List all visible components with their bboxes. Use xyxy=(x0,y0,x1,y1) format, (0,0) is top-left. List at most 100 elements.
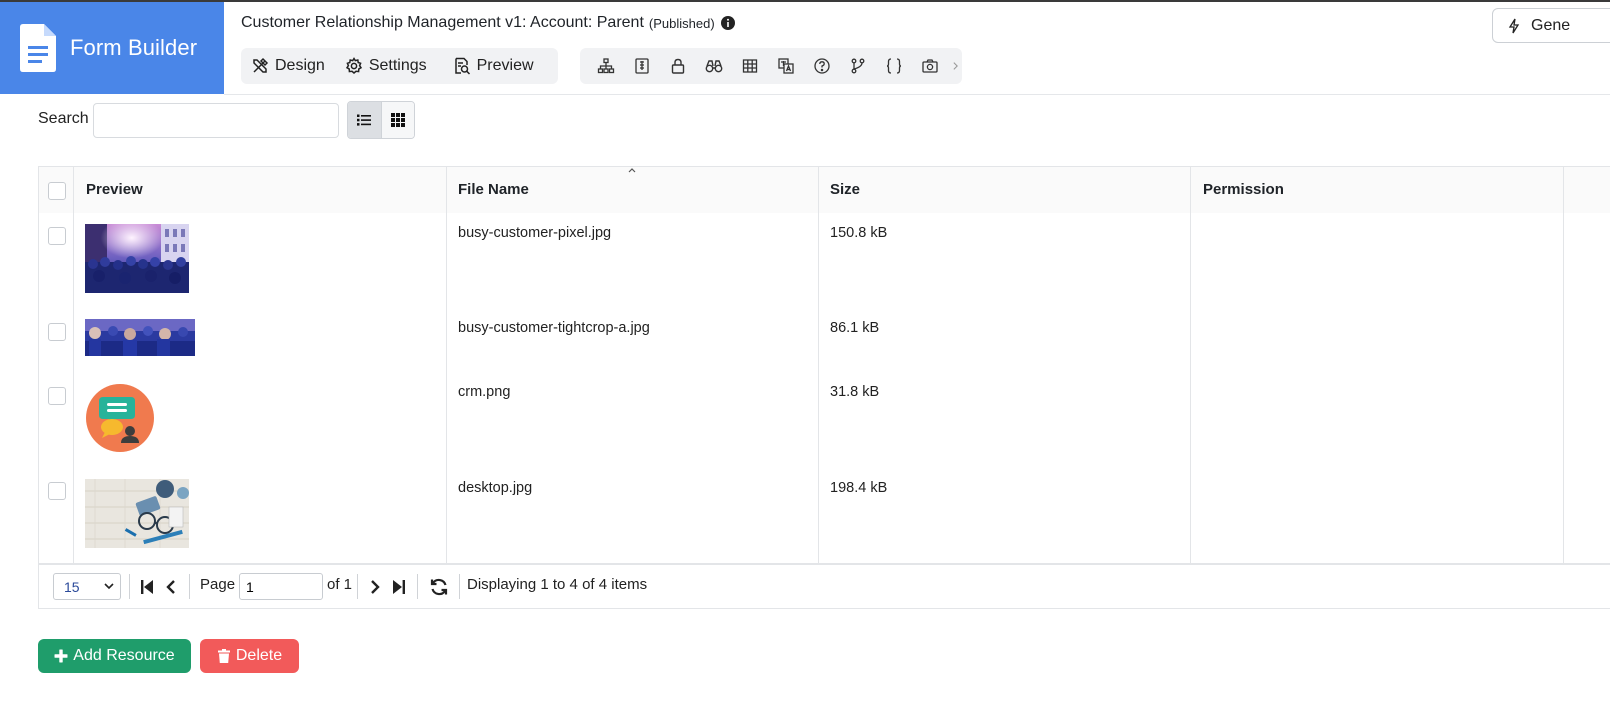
column-header-file-name[interactable]: File Name xyxy=(458,181,529,198)
translate-icon xyxy=(778,58,794,74)
list-view-button[interactable] xyxy=(348,102,381,138)
bolt-icon xyxy=(1508,18,1520,33)
camera-icon xyxy=(922,59,938,73)
desktop-photo-thumbnail xyxy=(85,479,189,548)
binoculars-button[interactable] xyxy=(696,48,732,84)
page-size-value: 15 xyxy=(64,578,80,595)
braces-icon xyxy=(886,58,902,74)
crm-logo-thumbnail xyxy=(86,384,154,452)
hierarchy-icon xyxy=(597,58,615,74)
chevron-right-icon xyxy=(952,62,958,70)
grid-view-button[interactable] xyxy=(380,102,414,138)
page-of-label: of 1 xyxy=(327,576,353,593)
branch-icon xyxy=(851,58,865,74)
page-title-text: Customer Relationship Management v1: Acc… xyxy=(241,14,644,31)
list-icon xyxy=(357,114,372,126)
file-name-cell[interactable]: crm.png xyxy=(458,384,510,400)
sort-caret-icon xyxy=(628,168,636,173)
column-divider[interactable] xyxy=(446,167,447,563)
help-icon xyxy=(814,58,830,74)
delete-label: Delete xyxy=(235,647,283,664)
camera-button[interactable] xyxy=(912,48,948,84)
top-border xyxy=(0,0,1610,2)
tab-label: Preview xyxy=(476,57,534,74)
info-icon[interactable] xyxy=(720,16,735,30)
row-checkbox[interactable] xyxy=(48,387,66,405)
search-label: Search xyxy=(38,110,89,127)
page-title: Customer Relationship Management v1: Acc… xyxy=(241,14,735,32)
row-checkbox[interactable] xyxy=(48,482,66,500)
page-number-input[interactable] xyxy=(239,573,323,600)
pagination-bar: 15 Page of 1 xyxy=(39,565,1610,609)
refresh-icon[interactable] xyxy=(429,577,449,597)
tools-icon xyxy=(253,57,269,73)
view-toggle xyxy=(347,101,415,139)
displaying-items-text: Displaying 1 to 4 of 4 items xyxy=(467,576,648,593)
generate-label: Gene xyxy=(1531,16,1571,34)
select-all-checkbox[interactable] xyxy=(48,182,66,200)
binoculars-icon xyxy=(705,60,723,73)
tab-design[interactable]: Design xyxy=(241,48,335,84)
row-checkbox[interactable] xyxy=(48,227,66,245)
tab-label: Design xyxy=(275,57,325,74)
hierarchy-button[interactable] xyxy=(588,48,624,84)
row-checkbox[interactable] xyxy=(48,323,66,341)
pager-separator xyxy=(417,574,418,599)
size-cell: 86.1 kB xyxy=(830,320,880,336)
preview-icon xyxy=(454,57,470,75)
resource-grid: Preview File Name Size Permission busy-c… xyxy=(38,166,1610,609)
preview-thumbnail xyxy=(85,224,189,293)
code-list-button[interactable] xyxy=(624,48,660,84)
branch-button[interactable] xyxy=(840,48,876,84)
preview-thumbnail xyxy=(85,383,155,453)
tab-preview[interactable]: Preview xyxy=(437,48,544,84)
page-size-select[interactable]: 15 xyxy=(53,573,121,600)
file-name-cell[interactable]: desktop.jpg xyxy=(458,480,532,496)
file-name-cell[interactable]: busy-customer-pixel.jpg xyxy=(458,225,611,241)
gear-icon xyxy=(345,57,362,74)
column-divider[interactable] xyxy=(1563,167,1564,563)
column-header-permission[interactable]: Permission xyxy=(1203,181,1284,198)
generate-button[interactable]: Gene xyxy=(1492,8,1610,43)
lock-button[interactable] xyxy=(660,48,696,84)
pager-separator xyxy=(459,574,460,599)
last-page-icon[interactable] xyxy=(391,578,407,596)
column-header-preview[interactable]: Preview xyxy=(86,181,143,198)
scroll-right-button[interactable] xyxy=(948,48,962,84)
translate-button[interactable] xyxy=(768,48,804,84)
search-input[interactable] xyxy=(93,103,339,138)
trash-icon xyxy=(217,649,230,663)
size-cell: 31.8 kB xyxy=(830,384,880,400)
plus-icon xyxy=(54,649,68,663)
help-button[interactable] xyxy=(804,48,840,84)
table-button[interactable] xyxy=(732,48,768,84)
table-icon xyxy=(742,59,758,73)
pager-separator xyxy=(129,574,130,599)
pager-separator xyxy=(189,574,190,599)
crowd-photo-thumbnail xyxy=(85,224,189,293)
column-header-size[interactable]: Size xyxy=(830,181,860,198)
first-page-icon[interactable] xyxy=(139,578,155,596)
add-resource-label: Add Resource xyxy=(73,647,175,664)
column-divider[interactable] xyxy=(1190,167,1191,563)
size-cell: 150.8 kB xyxy=(830,225,888,241)
document-icon xyxy=(20,24,56,72)
status-badge: (Published) xyxy=(648,15,715,31)
header-divider xyxy=(224,94,1610,95)
next-page-icon[interactable] xyxy=(367,578,383,596)
chevron-down-icon xyxy=(104,583,114,590)
tab-settings[interactable]: Settings xyxy=(335,48,437,84)
delete-button[interactable]: Delete xyxy=(200,639,299,673)
pager-separator xyxy=(357,574,358,599)
brand-title: Form Builder xyxy=(70,35,198,60)
braces-button[interactable] xyxy=(876,48,912,84)
column-divider[interactable] xyxy=(818,167,819,563)
prev-page-icon[interactable] xyxy=(163,578,179,596)
file-name-cell[interactable]: busy-customer-tightcrop-a.jpg xyxy=(458,320,650,336)
column-divider xyxy=(73,167,74,563)
app-brand[interactable]: Form Builder xyxy=(0,2,224,94)
size-cell: 198.4 kB xyxy=(830,480,888,496)
lock-icon xyxy=(671,58,685,74)
add-resource-button[interactable]: Add Resource xyxy=(38,639,191,673)
tool-icon-bar xyxy=(580,48,962,84)
